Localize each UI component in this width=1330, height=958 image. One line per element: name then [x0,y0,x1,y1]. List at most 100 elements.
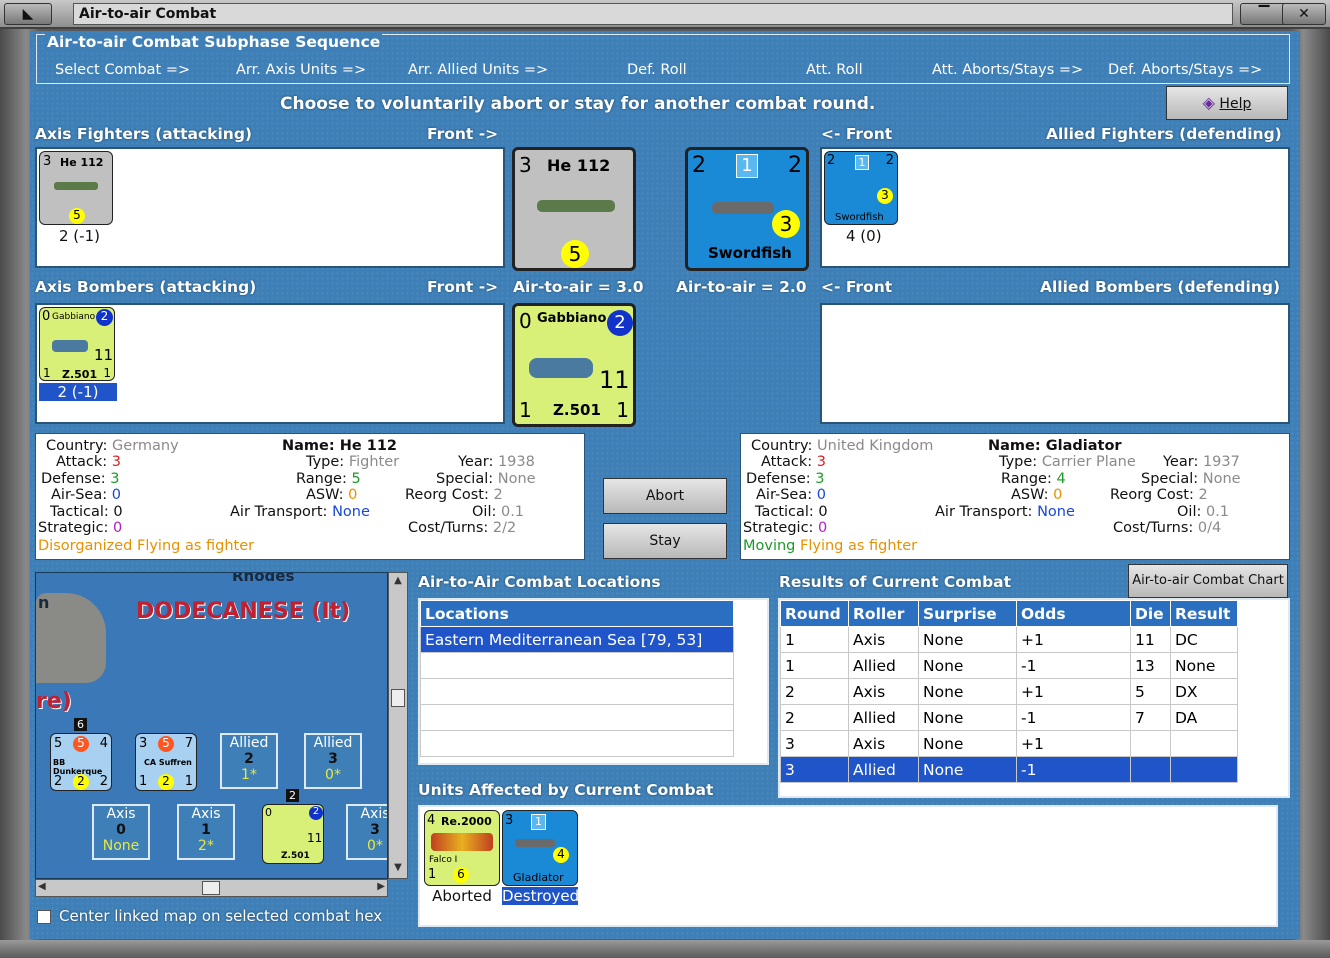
abort-button[interactable]: Abort [603,478,727,514]
close-icon[interactable]: ✕ [1282,3,1326,25]
map-fragment-re: re) [36,689,72,714]
he112-large-counter[interactable]: 3 He 112 5 [512,147,636,271]
air-transport-row: Air Transport: None [230,504,370,520]
map-fragment-n: n [38,593,50,612]
gabbiano-large-counter[interactable]: 0 Gabbiano 2 11 1 Z.501 1 [512,303,636,427]
result-row[interactable]: 1 Allied None -1 13 None [780,652,1238,679]
result-row[interactable]: 2 Axis None +1 5 DX [780,678,1238,705]
location-row-empty[interactable] [420,678,734,705]
minimize-icon[interactable]: ▔ [1240,3,1288,25]
stay-button[interactable]: Stay [603,523,727,559]
range-row: Range: 5 [296,471,361,487]
axis-stack-1[interactable]: Axis 0 None [92,804,150,860]
axis-stack-3[interactable]: Axis 3 0* [346,804,387,860]
status-bar [0,940,1330,958]
locations-header[interactable]: Locations [420,600,734,627]
seq-def-roll: Def. Roll [627,62,687,78]
tactical-row: Tactical: 0 [755,504,828,520]
scroll-left-icon[interactable]: ◀ [38,881,46,892]
allied-stack-2[interactable]: Allied 3 0* [304,733,362,789]
location-row[interactable]: Eastern Mediterranean Sea [79, 53] [420,626,734,653]
seq-att-roll: Att. Roll [806,62,863,78]
stack-count-badge: 6 [74,718,87,731]
scroll-down-icon[interactable]: ▼ [391,862,405,876]
system-menu-icon[interactable]: ◣ [4,3,52,25]
vertical-scroll-thumb[interactable] [391,689,405,707]
bb-dunkerque-counter[interactable]: 5 5 4 BB Dunkerque 2 2 2 [50,733,112,791]
he112-small-counter[interactable]: 3 He 112 5 [39,151,113,225]
result-row[interactable]: 1 Axis None +1 11 DC [780,626,1238,653]
scroll-up-icon[interactable]: ▲ [391,575,405,589]
gladiator-counter[interactable]: 3 1 4 Gladiator [502,810,578,886]
axis-fighters-label: Axis Fighters (attacking) [35,125,252,143]
name-row: Name: He 112 [282,438,398,454]
ca-suffren-counter[interactable]: 3 5 7 CA Suffren 1 2 1 [135,733,197,791]
asw-row: ASW: 0 [306,487,358,503]
gladiator-status: Destroyed [502,887,580,905]
strategic-row: Strategic: 0 [743,520,828,536]
swordfish-small-counter[interactable]: 2 1 2 3 Swordfish [824,151,898,225]
biplane-icon [712,202,774,214]
allied-fighter-value: 4 (0) [846,227,882,245]
location-row-empty[interactable] [420,704,734,731]
map-vertical-scrollbar[interactable]: ▲ ▼ [388,572,408,879]
linked-map[interactable]: Rhodes n DODECANESE (It) re) 6 5 5 4 BB … [35,572,388,879]
defense-row: Defense: 3 [41,471,120,487]
affected-units-box[interactable]: 4 Re.2000 Falco I 1 6 Aborted 3 1 4 Glad… [418,805,1278,927]
allied-stack-1[interactable]: Allied 2 1* [220,733,278,789]
cost-row: Cost/Turns: 2/2 [408,520,517,536]
results-header-row: Round Roller Surprise Odds Die Result [780,600,1238,627]
axis-unit-info: Country: Germany Name: He 112 Attack: 3 … [35,433,585,560]
allied-fighters-box[interactable]: 2 1 2 3 Swordfish 4 (0) [820,147,1290,268]
biplane-icon [515,839,555,847]
help-button[interactable]: ◈ Help [1166,86,1288,120]
gabbiano-map-counter[interactable]: 0 2 11 Z.501 [262,804,324,864]
reorg-row: Reorg Cost: 2 [1110,487,1208,503]
seaplane-icon [52,340,88,352]
axis-front-label: Front -> [427,125,499,143]
result-row-selected[interactable]: 3 Allied None -1 [780,756,1238,783]
seq-select-combat: Select Combat => [55,62,191,78]
swordfish-large-counter[interactable]: 2 1 2 3 Swordfish [685,147,809,271]
map-horizontal-scrollbar[interactable]: ◀ ▶ [35,879,388,897]
seq-def-aborts: Def. Aborts/Stays => [1108,62,1263,78]
defense-row: Defense: 3 [746,471,825,487]
window-title: Air-to-air Combat [73,3,1233,25]
name-row: Name: Gladiator [988,438,1122,454]
oil-row: Oil: 0.1 [1177,504,1230,520]
allied-unit-info: Country: United Kingdom Name: Gladiator … [740,433,1290,560]
allied-front-label: <- Front [821,125,893,143]
special-row: Special: None [1141,471,1241,487]
locations-list[interactable]: Locations Eastern Mediterranean Sea [79,… [418,598,769,765]
type-row: Type: Carrier Plane [999,454,1136,470]
center-map-checkbox[interactable] [37,910,51,924]
book-icon: ◈ [1202,93,1215,112]
re2000-counter[interactable]: 4 Re.2000 Falco I 1 6 [424,810,500,886]
location-row-empty[interactable] [420,652,734,679]
allied-air-to-air-value: Air-to-air = 2.0 [676,278,807,296]
camo-plane-icon [431,833,493,851]
instruction-text: Choose to voluntarily abort or stay for … [280,94,876,114]
allied-bombers-box[interactable] [820,303,1290,424]
scroll-right-icon[interactable]: ▶ [377,881,385,892]
location-row-empty[interactable] [420,730,734,757]
center-map-label: Center linked map on selected combat hex [59,907,383,925]
sequence-title: Air-to-air Combat Subphase Sequence [45,33,383,51]
axis-fighter-value: 2 (-1) [59,227,100,245]
air-sea-row: Air-Sea: 0 [51,487,121,503]
axis-fighters-box[interactable]: 3 He 112 5 2 (-1) [35,147,505,268]
axis-stack-2[interactable]: Axis 1 2* [177,804,235,860]
region-label: DODECANESE (It) [136,599,351,624]
results-title: Results of Current Combat [779,573,1012,591]
result-row[interactable]: 2 Allied None -1 7 DA [780,704,1238,731]
cost-row: Cost/Turns: 0/4 [1113,520,1222,536]
air-to-air-chart-button[interactable]: Air-to-air Combat Chart [1128,564,1288,598]
horizontal-scroll-thumb[interactable] [202,881,220,895]
oil-row: Oil: 0.1 [472,504,525,520]
gabbiano-small-counter[interactable]: 0 Gabbiano 2 11 1 Z.501 1 [39,307,115,381]
result-row[interactable]: 3 Axis None +1 [780,730,1238,757]
axis-bombers-box[interactable]: 0 Gabbiano 2 11 1 Z.501 1 2 (-1) [35,303,505,424]
plane-icon [54,182,98,190]
results-table[interactable]: Round Roller Surprise Odds Die Result 1A… [778,598,1290,798]
title-bar: ◣ Air-to-air Combat ▔ ✕ [0,0,1330,29]
